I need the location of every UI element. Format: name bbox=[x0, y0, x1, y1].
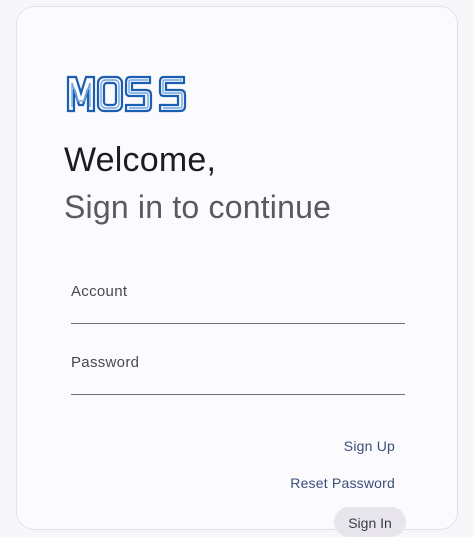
sign-in-subtitle: Sign in to continue bbox=[64, 189, 332, 225]
sign-up-link[interactable]: Sign Up bbox=[344, 438, 395, 454]
sign-in-button[interactable]: Sign In bbox=[334, 507, 406, 537]
moss-logo bbox=[65, 73, 189, 115]
reset-password-link[interactable]: Reset Password bbox=[290, 475, 395, 491]
welcome-heading: Welcome, bbox=[64, 141, 217, 179]
account-input[interactable] bbox=[71, 283, 409, 325]
password-input[interactable] bbox=[71, 354, 409, 396]
sign-in-card: Welcome, Sign in to continue Account Pas… bbox=[16, 6, 458, 537]
password-field[interactable]: Password bbox=[71, 354, 409, 396]
account-field[interactable]: Account bbox=[71, 283, 409, 325]
